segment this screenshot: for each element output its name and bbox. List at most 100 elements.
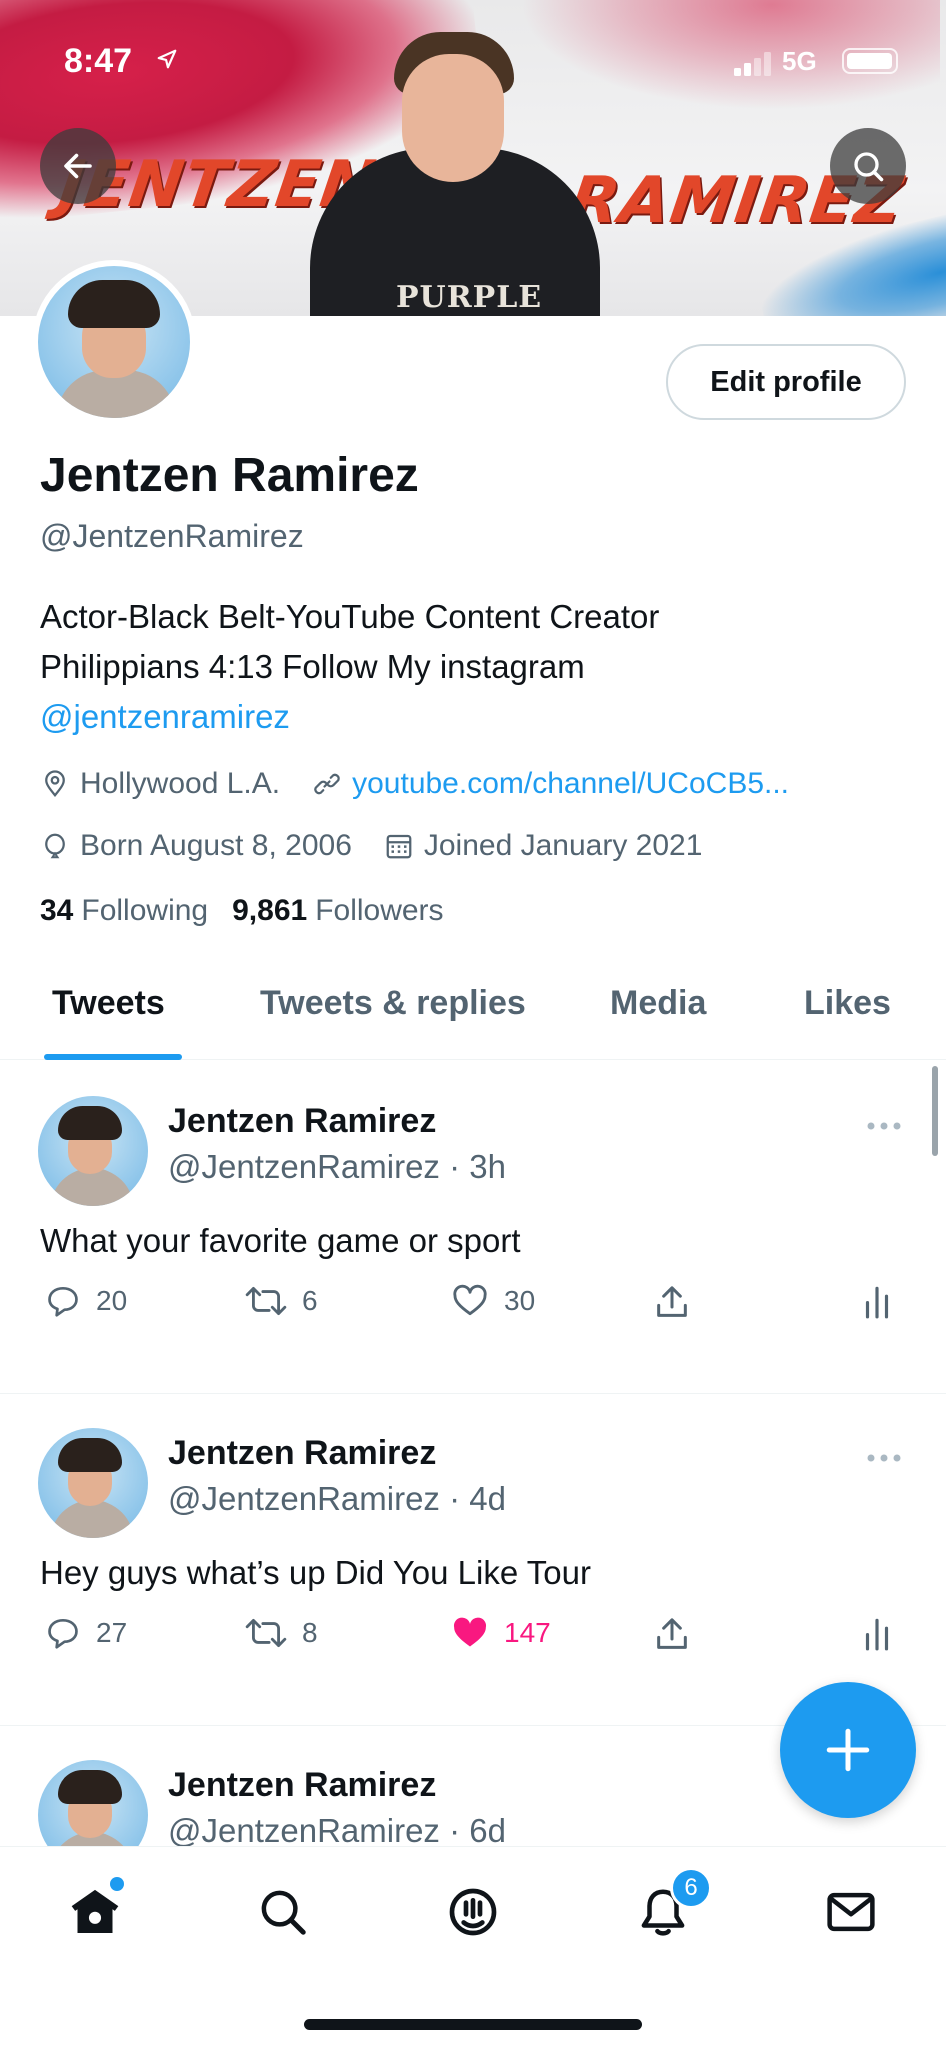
nav-search[interactable]	[248, 1877, 318, 1947]
profile-bio: Actor-Black Belt-YouTube Content Creator…	[40, 592, 900, 742]
avatar-hair	[58, 1438, 122, 1472]
tweet-actions: 20 6 30	[40, 1282, 906, 1326]
tab-tweets[interactable]: Tweets	[52, 984, 165, 1023]
reply-icon	[48, 1286, 78, 1317]
analytics-icon	[865, 1286, 889, 1319]
tab-media[interactable]: Media	[610, 984, 706, 1023]
tweet-author-name[interactable]: Jentzen Ramirez	[168, 1766, 436, 1805]
bottom-navigation: 6	[0, 1846, 946, 2048]
scrollbar[interactable]	[932, 1066, 938, 1156]
tweet-text: What your favorite game or sport	[40, 1222, 521, 1259]
compose-tweet-button[interactable]	[780, 1682, 916, 1818]
battery-icon	[842, 48, 898, 74]
edit-profile-button[interactable]: Edit profile	[666, 344, 906, 420]
birthday-text: Born August 8, 2006	[80, 829, 352, 862]
notifications-badge: 6	[670, 1867, 712, 1909]
reply-button[interactable]: 27	[44, 1614, 127, 1652]
profile-avatar[interactable]	[32, 260, 196, 424]
followers-label: Followers	[315, 894, 444, 927]
heart-filled-icon	[453, 1617, 487, 1647]
more-options-icon[interactable]	[866, 1450, 902, 1468]
plus-icon	[826, 1728, 870, 1772]
location-arrow-icon	[156, 48, 178, 75]
retweet-button[interactable]: 6	[244, 1282, 318, 1320]
share-icon	[657, 1618, 687, 1649]
profile-meta-row-1: Hollywood L.A. youtube.com/channel/UCoCB…	[40, 764, 821, 804]
profile-handle: @JentzenRamirez	[40, 518, 304, 554]
tweet[interactable]: Jentzen Ramirez @JentzenRamirez · 3h Wha…	[0, 1062, 946, 1394]
search-icon	[261, 1890, 306, 1935]
retweet-button[interactable]: 8	[244, 1614, 318, 1652]
back-arrow-icon	[64, 153, 92, 179]
balloon-icon	[45, 833, 65, 859]
joined-text: Joined January 2021	[423, 829, 703, 862]
tweet-author-name[interactable]: Jentzen Ramirez	[168, 1434, 436, 1473]
bio-line-1: Actor-Black Belt-YouTube Content Creator	[40, 598, 660, 635]
followers-link[interactable]: 9,861 Followers	[232, 894, 443, 928]
following-link[interactable]: 34 Following	[40, 894, 208, 928]
nav-spaces[interactable]	[438, 1877, 508, 1947]
follow-stats: 34 Following 9,861 Followers	[40, 894, 468, 928]
profile-name: Jentzen Ramirez	[40, 449, 419, 502]
retweet-count: 8	[302, 1617, 318, 1648]
analytics-button[interactable]	[862, 1614, 906, 1652]
share-button[interactable]	[652, 1282, 706, 1322]
tab-likes[interactable]: Likes	[804, 984, 891, 1023]
search-button[interactable]	[830, 128, 906, 204]
website-link[interactable]: youtube.com/channel/UCoCB5...	[352, 767, 789, 801]
search-icon	[854, 152, 884, 182]
heart-icon	[453, 1284, 487, 1316]
banner-shirt-print: PURPLE	[396, 280, 543, 315]
status-time: 8:47	[64, 42, 133, 80]
reply-count: 20	[96, 1285, 128, 1316]
bio-mention-link[interactable]: @jentzenramirez	[40, 692, 900, 742]
home-icon	[71, 1889, 119, 1933]
tab-tweets-replies[interactable]: Tweets & replies	[260, 984, 526, 1023]
share-icon	[657, 1286, 687, 1317]
location-pin-icon	[45, 770, 65, 798]
tweet-avatar[interactable]	[38, 1096, 148, 1206]
location-item: Hollywood L.A.	[40, 767, 280, 801]
avatar-body	[56, 370, 176, 418]
avatar-hair	[68, 280, 160, 328]
tweet[interactable]: Jentzen Ramirez @JentzenRamirez · 4d Hey…	[0, 1394, 946, 1726]
location-text: Hollywood L.A.	[80, 767, 281, 800]
more-options-icon[interactable]	[866, 1118, 902, 1136]
profile-meta-row-2: Born August 8, 2006 Joined January 2021	[40, 826, 734, 866]
retweet-count: 6	[302, 1285, 318, 1316]
avatar-hair	[58, 1770, 122, 1804]
following-label: Following	[81, 894, 209, 927]
home-indicator	[304, 2019, 642, 2030]
back-button[interactable]	[40, 128, 116, 204]
analytics-icon	[865, 1618, 889, 1651]
like-button[interactable]: 147	[450, 1614, 551, 1652]
share-button[interactable]	[652, 1614, 706, 1654]
reply-icon	[48, 1618, 78, 1649]
like-count: 30	[504, 1285, 536, 1316]
reply-button[interactable]: 20	[44, 1282, 127, 1320]
following-count: 34	[40, 894, 74, 927]
website-item[interactable]: youtube.com/channel/UCoCB5...	[312, 767, 789, 801]
like-count: 147	[504, 1617, 551, 1648]
profile-tabs: Tweets Tweets & replies Media Likes	[0, 968, 946, 1060]
tweet-avatar[interactable]	[38, 1428, 148, 1538]
bio-line-2: Philippians 4:13 Follow My instagram	[40, 648, 585, 685]
retweet-icon	[245, 1287, 287, 1315]
tweet-author-name[interactable]: Jentzen Ramirez	[168, 1102, 436, 1141]
joined-item: Joined January 2021	[384, 829, 703, 863]
active-tab-indicator	[44, 1054, 182, 1060]
retweet-icon	[245, 1619, 287, 1647]
home-unread-dot	[110, 1877, 124, 1891]
analytics-button[interactable]	[862, 1282, 906, 1320]
avatar-hair	[58, 1106, 122, 1140]
tweet-handle-time: @JentzenRamirez · 4d	[168, 1480, 506, 1517]
nav-messages[interactable]	[816, 1877, 886, 1947]
signal-icon	[734, 52, 774, 81]
like-button[interactable]: 30	[450, 1282, 535, 1320]
reply-count: 27	[96, 1617, 128, 1648]
tweet-text: Hey guys what’s up Did You Like Tour	[40, 1554, 591, 1591]
calendar-icon	[386, 834, 412, 859]
tweet-handle-time: @JentzenRamirez · 6d	[168, 1812, 506, 1848]
mail-icon	[827, 1892, 875, 1932]
tweet-avatar[interactable]	[38, 1760, 148, 1847]
